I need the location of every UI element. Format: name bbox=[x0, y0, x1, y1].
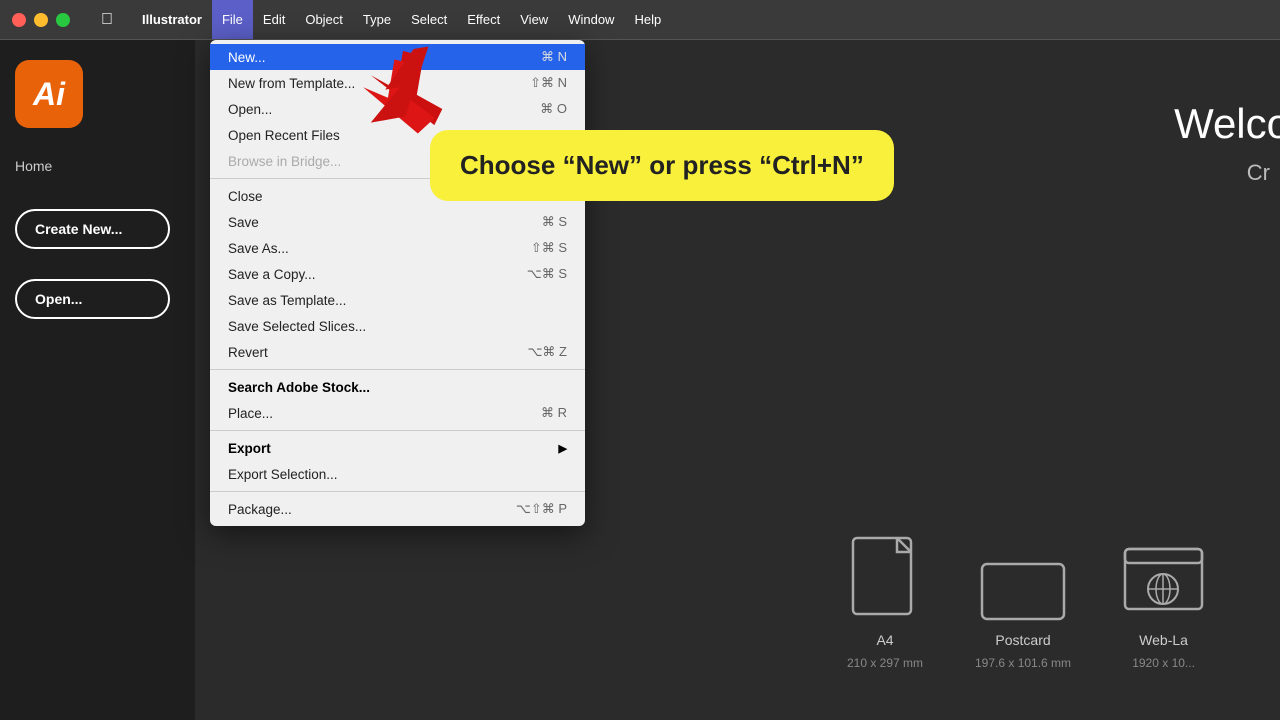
menu-open[interactable]: Open... ⌘ O bbox=[210, 96, 585, 122]
menu-select[interactable]: Select bbox=[401, 0, 457, 39]
menu-save-slices[interactable]: Save Selected Slices... bbox=[210, 313, 585, 339]
web-icon bbox=[1121, 539, 1206, 624]
menubar:  Illustrator File Edit Object Type Sele… bbox=[0, 0, 1280, 40]
template-a4[interactable]: A4 210 x 297 mm bbox=[845, 534, 925, 670]
file-dropdown-menu: New... ⌘ N New from Template... ⇧⌘ N Ope… bbox=[210, 40, 585, 526]
welcome-title: Welco bbox=[1174, 100, 1280, 148]
menu-open-label: Open... bbox=[228, 102, 272, 117]
menu-revert[interactable]: Revert ⌥⌘ Z bbox=[210, 339, 585, 365]
a4-label: A4 bbox=[876, 632, 893, 648]
menu-package-label: Package... bbox=[228, 502, 292, 517]
postcard-icon bbox=[978, 554, 1068, 624]
app-name: Illustrator bbox=[132, 12, 212, 27]
menu-bridge-label: Browse in Bridge... bbox=[228, 154, 341, 169]
postcard-label: Postcard bbox=[995, 632, 1050, 648]
menu-effect[interactable]: Effect bbox=[457, 0, 510, 39]
web-label: Web-La bbox=[1139, 632, 1188, 648]
menu-save-template[interactable]: Save as Template... bbox=[210, 287, 585, 313]
postcard-size: 197.6 x 101.6 mm bbox=[975, 656, 1071, 670]
menu-place-label: Place... bbox=[228, 406, 273, 421]
a4-size: 210 x 297 mm bbox=[847, 656, 923, 670]
menu-export-label: Export bbox=[228, 441, 271, 456]
menu-package[interactable]: Package... ⌥⇧⌘ P bbox=[210, 496, 585, 522]
menu-open-recent-label: Open Recent Files bbox=[228, 128, 340, 143]
separator-4 bbox=[210, 491, 585, 492]
menu-view[interactable]: View bbox=[510, 0, 558, 39]
menu-save-shortcut: ⌘ S bbox=[542, 214, 567, 230]
menu-help[interactable]: Help bbox=[624, 0, 671, 39]
open-button[interactable]: Open... bbox=[15, 279, 170, 319]
menu-export-selection-label: Export Selection... bbox=[228, 467, 338, 482]
menu-close-label: Close bbox=[228, 189, 263, 204]
menu-save[interactable]: Save ⌘ S bbox=[210, 209, 585, 235]
menu-place[interactable]: Place... ⌘ R bbox=[210, 400, 585, 426]
template-postcard[interactable]: Postcard 197.6 x 101.6 mm bbox=[975, 554, 1071, 670]
apple-menu-icon[interactable]:  bbox=[82, 11, 132, 29]
create-subtitle: Cr bbox=[1247, 160, 1270, 186]
menu-save-as[interactable]: Save As... ⇧⌘ S bbox=[210, 235, 585, 261]
menu-export[interactable]: Export ▶ bbox=[210, 435, 585, 461]
menu-stock[interactable]: Search Adobe Stock... bbox=[210, 374, 585, 400]
menu-save-label: Save bbox=[228, 215, 259, 230]
menu-package-shortcut: ⌥⇧⌘ P bbox=[516, 501, 567, 517]
close-button[interactable] bbox=[12, 13, 26, 27]
menu-window[interactable]: Window bbox=[558, 0, 624, 39]
menu-new-from-template[interactable]: New from Template... ⇧⌘ N bbox=[210, 70, 585, 96]
menu-revert-label: Revert bbox=[228, 345, 268, 360]
menu-save-as-shortcut: ⇧⌘ S bbox=[531, 240, 567, 256]
traffic-lights bbox=[0, 13, 82, 27]
web-size: 1920 x 10... bbox=[1132, 656, 1195, 670]
menu-save-copy-label: Save a Copy... bbox=[228, 267, 316, 282]
separator-3 bbox=[210, 430, 585, 431]
menu-new[interactable]: New... ⌘ N bbox=[210, 44, 585, 70]
maximize-button[interactable] bbox=[56, 13, 70, 27]
export-arrow-icon: ▶ bbox=[559, 442, 567, 455]
callout-text: Choose “New” or press “Ctrl+N” bbox=[460, 150, 864, 180]
menu-new-shortcut: ⌘ N bbox=[541, 49, 567, 65]
app-logo: Ai bbox=[15, 60, 83, 128]
menu-edit[interactable]: Edit bbox=[253, 0, 295, 39]
home-label: Home bbox=[15, 158, 52, 174]
menu-object[interactable]: Object bbox=[295, 0, 353, 39]
menu-new-template-label: New from Template... bbox=[228, 76, 355, 91]
sidebar: Ai Home Create New... Open... bbox=[0, 40, 195, 720]
menu-type[interactable]: Type bbox=[353, 0, 401, 39]
a4-icon bbox=[845, 534, 925, 624]
menu-export-selection[interactable]: Export Selection... bbox=[210, 461, 585, 487]
menu-new-label: New... bbox=[228, 50, 266, 65]
menu-file[interactable]: File bbox=[212, 0, 253, 39]
menu-save-as-label: Save As... bbox=[228, 241, 289, 256]
menu-place-shortcut: ⌘ R bbox=[541, 405, 567, 421]
menu-save-template-label: Save as Template... bbox=[228, 293, 346, 308]
separator-2 bbox=[210, 369, 585, 370]
callout-tooltip: Choose “New” or press “Ctrl+N” bbox=[430, 130, 894, 201]
menu-stock-label: Search Adobe Stock... bbox=[228, 380, 370, 395]
menu-save-slices-label: Save Selected Slices... bbox=[228, 319, 366, 334]
template-web[interactable]: Web-La 1920 x 10... bbox=[1121, 539, 1206, 670]
menu-save-copy[interactable]: Save a Copy... ⌥⌘ S bbox=[210, 261, 585, 287]
create-new-button[interactable]: Create New... bbox=[15, 209, 170, 249]
menu-new-template-shortcut: ⇧⌘ N bbox=[530, 75, 567, 91]
menu-save-copy-shortcut: ⌥⌘ S bbox=[527, 266, 567, 282]
menu-open-shortcut: ⌘ O bbox=[540, 101, 567, 117]
minimize-button[interactable] bbox=[34, 13, 48, 27]
menu-revert-shortcut: ⌥⌘ Z bbox=[527, 344, 567, 360]
